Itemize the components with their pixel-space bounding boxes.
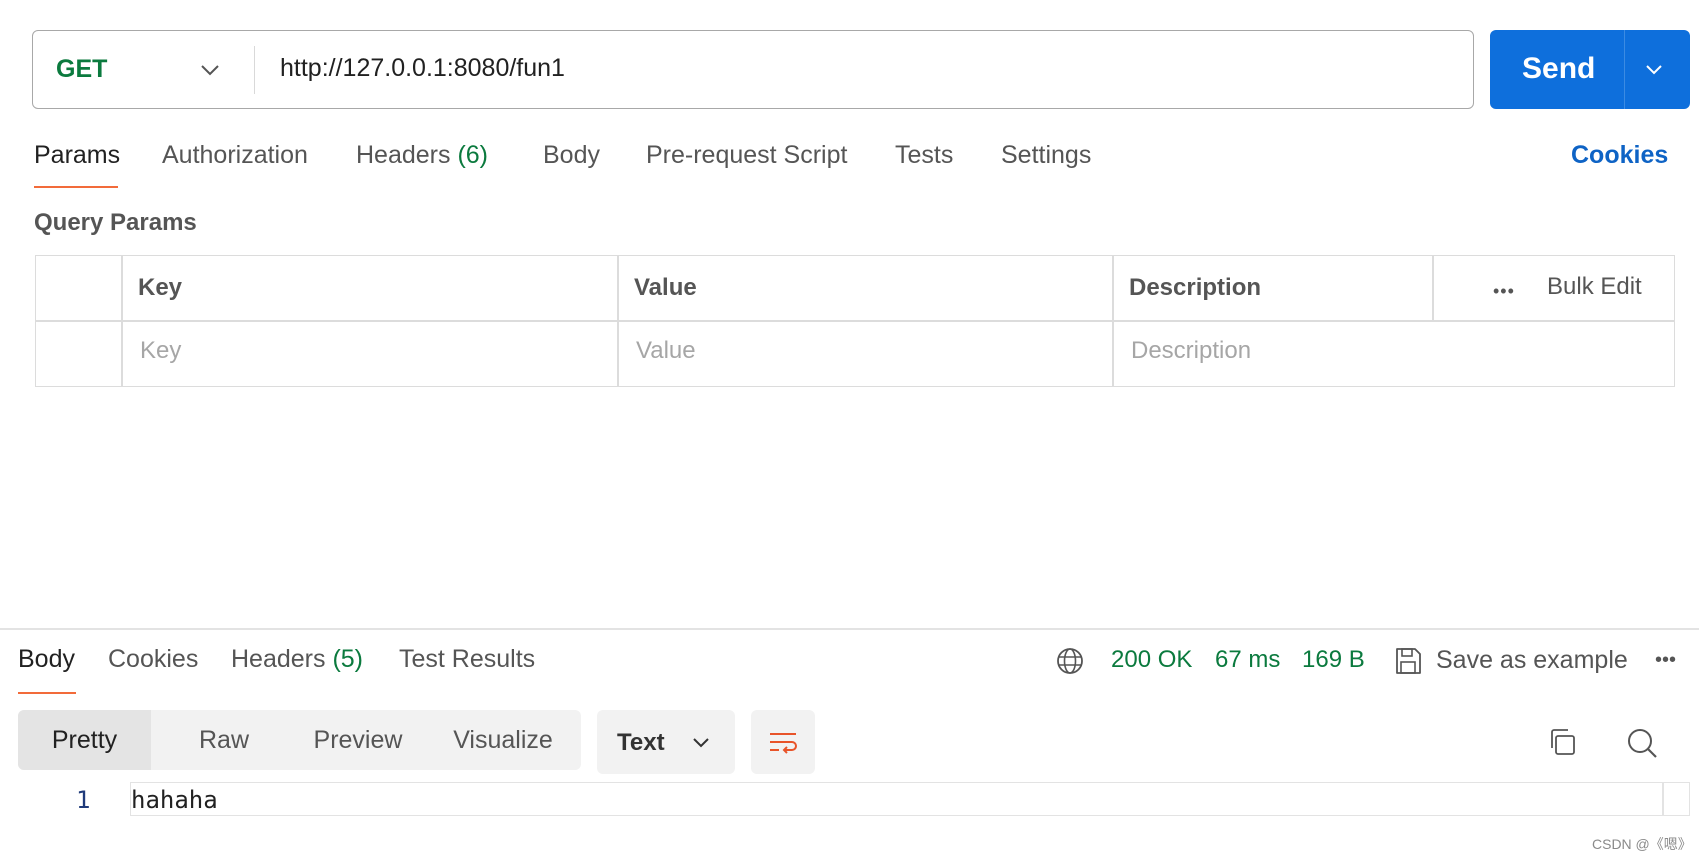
- cookies-link[interactable]: Cookies: [1571, 141, 1668, 170]
- column-divider: [121, 255, 123, 387]
- url-divider: [254, 46, 255, 94]
- tab-body[interactable]: Body: [543, 141, 600, 170]
- wrap-lines-button[interactable]: [751, 710, 815, 774]
- bulk-edit-button[interactable]: Bulk Edit: [1547, 273, 1642, 301]
- response-tab-headers[interactable]: Headers (5): [231, 645, 363, 674]
- view-toggle: Pretty Raw Preview Visualize: [18, 710, 581, 770]
- column-header-value: Value: [634, 274, 697, 301]
- pane-divider[interactable]: [0, 628, 1699, 630]
- column-divider: [1432, 255, 1434, 321]
- column-header-description: Description: [1129, 274, 1262, 301]
- send-button[interactable]: Send: [1490, 30, 1690, 109]
- save-icon[interactable]: [1393, 646, 1423, 676]
- response-tab-body[interactable]: Body: [18, 645, 75, 674]
- column-header-key: Key: [138, 274, 183, 301]
- editor-scrollbar[interactable]: [1662, 782, 1664, 816]
- value-input[interactable]: Value: [636, 337, 696, 365]
- query-params-title: Query Params: [34, 209, 197, 236]
- watermark: CSDN @《嗯》: [1592, 836, 1692, 852]
- column-divider: [1112, 255, 1114, 387]
- tab-headers[interactable]: Headers (6): [356, 141, 488, 170]
- active-tab-indicator: [34, 186, 118, 188]
- response-size[interactable]: 169 B: [1302, 646, 1365, 674]
- wrap-lines-icon: [770, 733, 797, 754]
- more-icon[interactable]: •••: [1493, 281, 1515, 302]
- send-divider: [1624, 30, 1625, 109]
- url-bar: [32, 30, 1474, 109]
- key-input[interactable]: Key: [140, 337, 181, 365]
- params-table-divider: [35, 320, 1675, 322]
- globe-icon[interactable]: [1055, 646, 1085, 676]
- headers-count: (6): [457, 141, 489, 169]
- method-select[interactable]: GET: [56, 55, 107, 84]
- tab-headers-label: Headers: [356, 141, 451, 169]
- tab-tests[interactable]: Tests: [895, 141, 953, 170]
- more-icon[interactable]: •••: [1655, 649, 1676, 672]
- save-as-example-button[interactable]: Save as example: [1436, 646, 1628, 675]
- chevron-down-icon[interactable]: [1642, 57, 1666, 81]
- response-tab-test-results[interactable]: Test Results: [399, 645, 535, 674]
- format-select[interactable]: Text: [597, 710, 735, 774]
- response-tab-cookies[interactable]: Cookies: [108, 645, 198, 674]
- view-visualize[interactable]: Visualize: [428, 710, 578, 770]
- tab-authorization[interactable]: Authorization: [162, 141, 308, 170]
- active-tab-indicator: [18, 692, 76, 694]
- response-headers-count: (5): [332, 645, 364, 673]
- response-body-editor[interactable]: [130, 782, 1690, 816]
- view-preview[interactable]: Preview: [288, 710, 428, 770]
- description-input[interactable]: Description: [1131, 337, 1251, 365]
- view-raw[interactable]: Raw: [151, 710, 297, 770]
- line-number: 1: [76, 786, 91, 814]
- format-label: Text: [617, 729, 665, 756]
- tab-pre-request-script[interactable]: Pre-request Script: [646, 141, 847, 170]
- tab-params[interactable]: Params: [34, 141, 120, 170]
- response-time[interactable]: 67 ms: [1215, 646, 1280, 674]
- send-label: Send: [1522, 52, 1596, 85]
- tab-settings[interactable]: Settings: [1001, 141, 1091, 170]
- search-icon[interactable]: [1625, 726, 1659, 760]
- view-pretty[interactable]: Pretty: [18, 710, 151, 770]
- copy-icon[interactable]: [1546, 726, 1578, 758]
- chevron-down-icon[interactable]: [198, 58, 222, 82]
- column-divider: [617, 255, 619, 387]
- code-line: hahaha: [131, 786, 218, 814]
- response-tab-headers-label: Headers: [231, 645, 326, 673]
- chevron-down-icon: [693, 738, 709, 748]
- status-code[interactable]: 200 OK: [1111, 646, 1192, 674]
- url-input[interactable]: http://127.0.0.1:8080/fun1: [280, 54, 565, 83]
